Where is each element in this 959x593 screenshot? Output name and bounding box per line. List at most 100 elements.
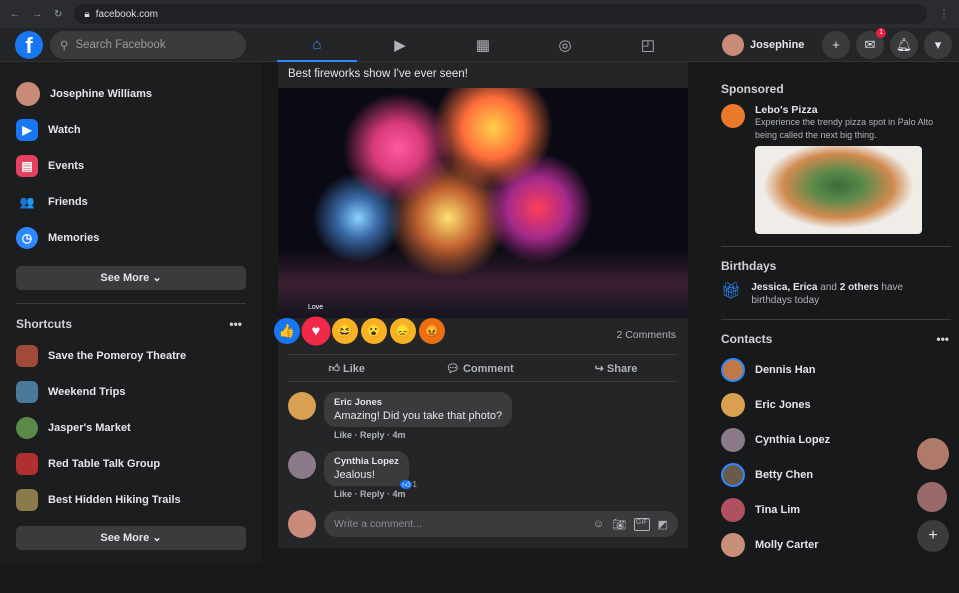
share-button[interactable]: ↪ Share: [595, 362, 638, 375]
comment-text: Amazing! Did you take that photo?: [334, 410, 503, 422]
contact-name: Eric Jones: [755, 398, 811, 411]
tab-groups[interactable]: ◎: [525, 28, 605, 62]
sponsored-title: Sponsored: [721, 82, 784, 96]
post-card: Best fireworks show I've ever seen! Love…: [274, 62, 688, 548]
shortcut-thumbnail: [16, 345, 38, 367]
sidebar-item-label: Friends: [48, 196, 88, 208]
chat-head[interactable]: [917, 482, 947, 512]
shortcut-label: Save the Pomeroy Theatre: [48, 350, 187, 362]
comment-meta[interactable]: Like · Reply · 4m: [334, 489, 409, 499]
tab-home[interactable]: ⌂: [277, 28, 357, 62]
sidebar-item-profile[interactable]: Josephine Williams: [0, 76, 262, 112]
new-message-button[interactable]: +: [917, 520, 949, 552]
sidebar-item-label: Memories: [48, 232, 100, 244]
browser-menu-icon[interactable]: ⋮: [939, 9, 949, 20]
shortcut-thumbnail: [16, 381, 38, 403]
facebook-logo[interactable]: f: [15, 31, 43, 59]
contact-name: Dennis Han: [755, 363, 816, 376]
calendar-icon: ▤: [16, 155, 38, 177]
notifications-button[interactable]: 🔔︎: [890, 31, 918, 59]
avatar: [722, 34, 744, 56]
shortcut-label: Weekend Trips: [48, 386, 126, 398]
comment-button[interactable]: 💬︎ Comment: [446, 362, 514, 375]
shortcut-item[interactable]: Weekend Trips: [0, 374, 262, 410]
birthday-text: and: [817, 282, 840, 293]
thumbs-up-icon: 👍︎: [328, 362, 340, 375]
account-menu-button[interactable]: ▾: [924, 31, 952, 59]
ad-title: Lebo's Pizza: [755, 104, 818, 116]
gaming-icon: ◰: [640, 37, 656, 54]
contact-name: Tina Lim: [755, 503, 801, 516]
sidebar-item-memories[interactable]: ◷ Memories: [0, 220, 262, 256]
sidebar-item-friends[interactable]: 👥 Friends: [0, 184, 262, 220]
url-text: facebook.com: [95, 8, 158, 20]
shortcut-item[interactable]: Save the Pomeroy Theatre: [0, 338, 262, 374]
gif-icon[interactable]: GIF: [633, 517, 650, 531]
contact-item[interactable]: Eric Jones: [705, 387, 959, 422]
shortcut-label: Best Hidden Hiking Trails: [48, 494, 181, 506]
write-comment-row: Write a comment... ☺ 📷︎ GIF ◩: [288, 510, 678, 538]
post-image[interactable]: [278, 88, 688, 318]
comment-author[interactable]: Cynthia Lopez: [334, 456, 399, 467]
messenger-button[interactable]: ✉ 1: [856, 28, 886, 59]
sticker-icon[interactable]: ◩: [658, 518, 668, 531]
create-button[interactable]: +: [822, 31, 850, 59]
comment-input[interactable]: Write a comment... ☺ 📷︎ GIF ◩: [324, 511, 678, 537]
sidebar-item-label: Watch: [48, 124, 81, 136]
clock-icon: ◷: [16, 227, 38, 249]
share-label: Share: [606, 362, 638, 375]
search-input[interactable]: ⚲ Search Facebook: [50, 31, 246, 59]
shortcut-label: Jasper's Market: [48, 422, 131, 434]
angry-reaction-icon[interactable]: 😡: [419, 318, 445, 344]
ad[interactable]: Lebo's Pizza Experience the trendy pizza…: [705, 96, 959, 234]
like-reaction-icon[interactable]: 👍: [274, 318, 300, 344]
more-icon[interactable]: •••: [229, 317, 242, 331]
shortcuts-header: Shortcuts •••: [0, 310, 262, 338]
forward-icon[interactable]: →: [32, 9, 42, 20]
tab-marketplace[interactable]: ▦: [443, 28, 523, 62]
emoji-icon[interactable]: ☺: [593, 518, 604, 531]
contact-item[interactable]: Dennis Han: [705, 352, 959, 387]
see-more-shortcuts-button[interactable]: See More ⌄: [16, 526, 246, 550]
home-icon: ⌂: [312, 35, 322, 53]
shortcut-thumbnail: [16, 489, 38, 511]
chevron-down-icon: ⌄: [152, 272, 162, 284]
shortcut-item[interactable]: Red Table Talk Group: [0, 446, 262, 482]
avatar: [288, 451, 316, 479]
birthday-notice[interactable]: 🎁︎ Jessica, Erica and 2 others have birt…: [705, 273, 959, 307]
like-label: Like: [343, 362, 366, 375]
chat-head[interactable]: [917, 438, 949, 470]
like-button[interactable]: 👍︎ Like: [328, 362, 365, 375]
sidebar-item-label: Events: [48, 160, 85, 172]
see-more-button[interactable]: See More ⌄: [16, 266, 246, 290]
avatar: [721, 497, 745, 522]
plus-icon: +: [832, 37, 840, 52]
comment-meta[interactable]: Like · Reply · 4m: [334, 430, 512, 440]
watch-icon: ▶: [394, 37, 406, 54]
comment-label: Comment: [462, 362, 514, 375]
profile-button[interactable]: Josephine: [722, 32, 804, 58]
wow-reaction-icon[interactable]: 😮: [361, 318, 387, 344]
post-caption: Best fireworks show I've ever seen!: [288, 68, 468, 80]
section-title: Shortcuts: [16, 317, 73, 331]
sad-reaction-icon[interactable]: 😞: [390, 318, 416, 344]
camera-icon[interactable]: 📷︎: [612, 518, 626, 531]
shortcut-item[interactable]: Jasper's Market: [0, 410, 262, 446]
groups-icon: ◎: [558, 37, 572, 54]
shortcut-item[interactable]: Best Hidden Hiking Trails: [0, 482, 262, 518]
comment-author[interactable]: Eric Jones: [334, 397, 502, 408]
back-icon[interactable]: ←: [10, 9, 20, 20]
address-bar[interactable]: 🔒︎ facebook.com: [74, 4, 927, 24]
comment-bubble: Eric Jones Amazing! Did you take that pho…: [324, 392, 513, 427]
tab-watch[interactable]: ▶: [360, 28, 440, 62]
love-reaction-icon[interactable]: ♥: [301, 316, 331, 346]
user-name: Josephine: [750, 39, 805, 51]
haha-reaction-icon[interactable]: 😆: [332, 318, 358, 344]
reload-icon[interactable]: ↻: [54, 9, 62, 20]
sidebar-item-watch[interactable]: ▶ Watch: [0, 112, 262, 148]
comments-count[interactable]: 2 Comments: [616, 329, 676, 341]
sidebar-item-events[interactable]: ▤ Events: [0, 148, 262, 184]
bell-icon: 🔔︎: [895, 37, 913, 52]
tab-gaming[interactable]: ◰: [608, 28, 688, 62]
more-icon[interactable]: •••: [936, 332, 949, 346]
